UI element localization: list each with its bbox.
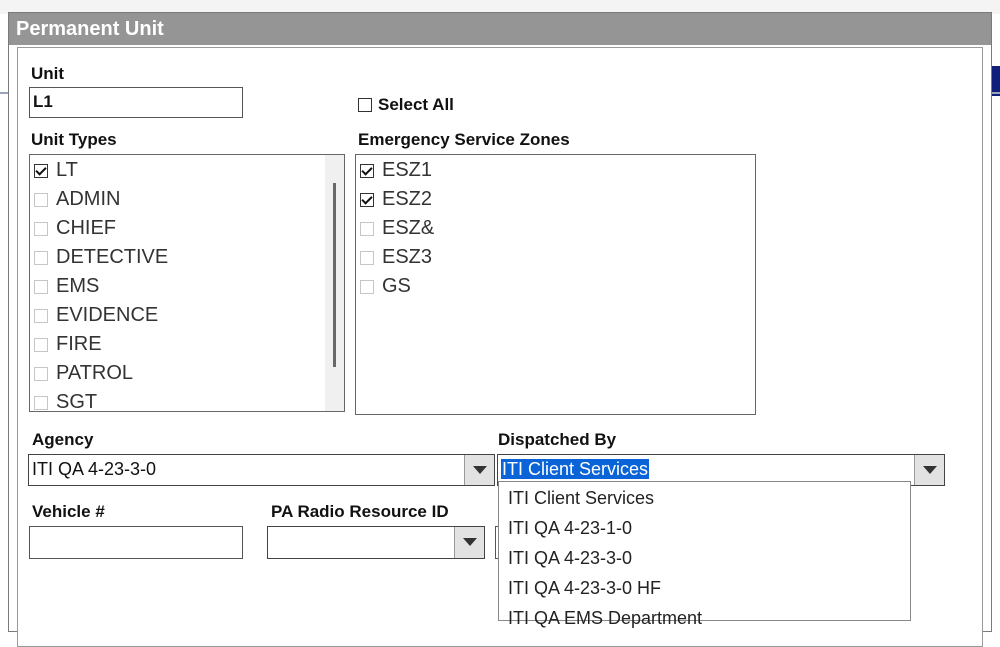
esz-label: Emergency Service Zones (358, 130, 570, 149)
unit-type-item-lt[interactable]: LT (34, 156, 78, 185)
unit-type-item-fire[interactable]: FIRE (34, 330, 102, 359)
unit-types-list[interactable]: LT ADMIN CHIEF DETECTIVE EMS EVIDENCE FI… (29, 154, 345, 413)
agency-label: Agency (32, 430, 94, 449)
unit-type-item-patrol[interactable]: PATROL (34, 359, 133, 388)
unit-type-item-admin[interactable]: ADMIN (34, 185, 120, 214)
background-divider-left (0, 92, 8, 94)
unit-type-item-chief[interactable]: CHIEF (34, 214, 116, 243)
select-all-box[interactable] (358, 98, 372, 112)
dropdown-option[interactable]: ITI QA EMS Department (508, 603, 702, 633)
vehicle-label: Vehicle # (32, 502, 105, 521)
agency-dropdown-arrow-icon[interactable] (464, 455, 494, 485)
dropdown-option[interactable]: ITI Client Services (508, 483, 654, 513)
unit-type-item-ems[interactable]: EMS (34, 272, 99, 301)
unit-types-scrollbar[interactable] (325, 155, 344, 411)
esz-item-esz1[interactable]: ESZ1 (360, 156, 432, 185)
unit-label: Unit (31, 64, 65, 83)
unit-type-item-evidence[interactable]: EVIDENCE (34, 301, 158, 330)
pa-radio-dropdown-arrow-icon[interactable] (454, 527, 484, 558)
pa-radio-label: PA Radio Resource ID (271, 502, 449, 521)
esz-item-gs[interactable]: GS (360, 272, 411, 301)
unit-type-item-detective[interactable]: DETECTIVE (34, 243, 168, 272)
dropdown-option[interactable]: ITI QA 4-23-3-0 HF (508, 573, 661, 603)
esz-item-esz2[interactable]: ESZ2 (360, 185, 432, 214)
dispatched-by-label: Dispatched By (498, 430, 617, 449)
unit-input[interactable]: L1 (29, 87, 243, 118)
select-all-label: Select All (378, 95, 454, 114)
dispatched-by-dropdown-arrow-icon[interactable] (914, 455, 944, 485)
dropdown-option[interactable]: ITI QA 4-23-3-0 (508, 543, 632, 573)
agency-value: ITI QA 4-23-3-0 (32, 459, 157, 479)
esz-item-esz3[interactable]: ESZ3 (360, 243, 432, 272)
background-divider-right (992, 92, 1000, 94)
esz-list[interactable]: ESZ1 ESZ2 ESZ& ESZ3 GS (355, 154, 756, 415)
unit-types-label: Unit Types (31, 130, 117, 149)
esz-item-esz-amp[interactable]: ESZ& (360, 214, 434, 243)
unit-type-item-sgt[interactable]: SGT (34, 388, 97, 417)
vehicle-input[interactable] (29, 526, 243, 559)
dispatched-by-dropdown-list[interactable]: ITI Client Services ITI QA 4-23-1-0 ITI … (498, 481, 911, 628)
dialog-title: Permanent Unit (9, 13, 991, 45)
select-all-checkbox[interactable]: Select All (358, 95, 454, 115)
pa-radio-combobox[interactable] (267, 526, 485, 559)
dropdown-option[interactable]: ITI QA 4-23-1-0 (508, 513, 632, 543)
agency-combobox[interactable]: ITI QA 4-23-3-0 (28, 454, 495, 486)
unit-types-scrollbar-thumb[interactable] (333, 183, 336, 367)
dispatched-by-value[interactable]: ITI Client Services (501, 459, 650, 479)
